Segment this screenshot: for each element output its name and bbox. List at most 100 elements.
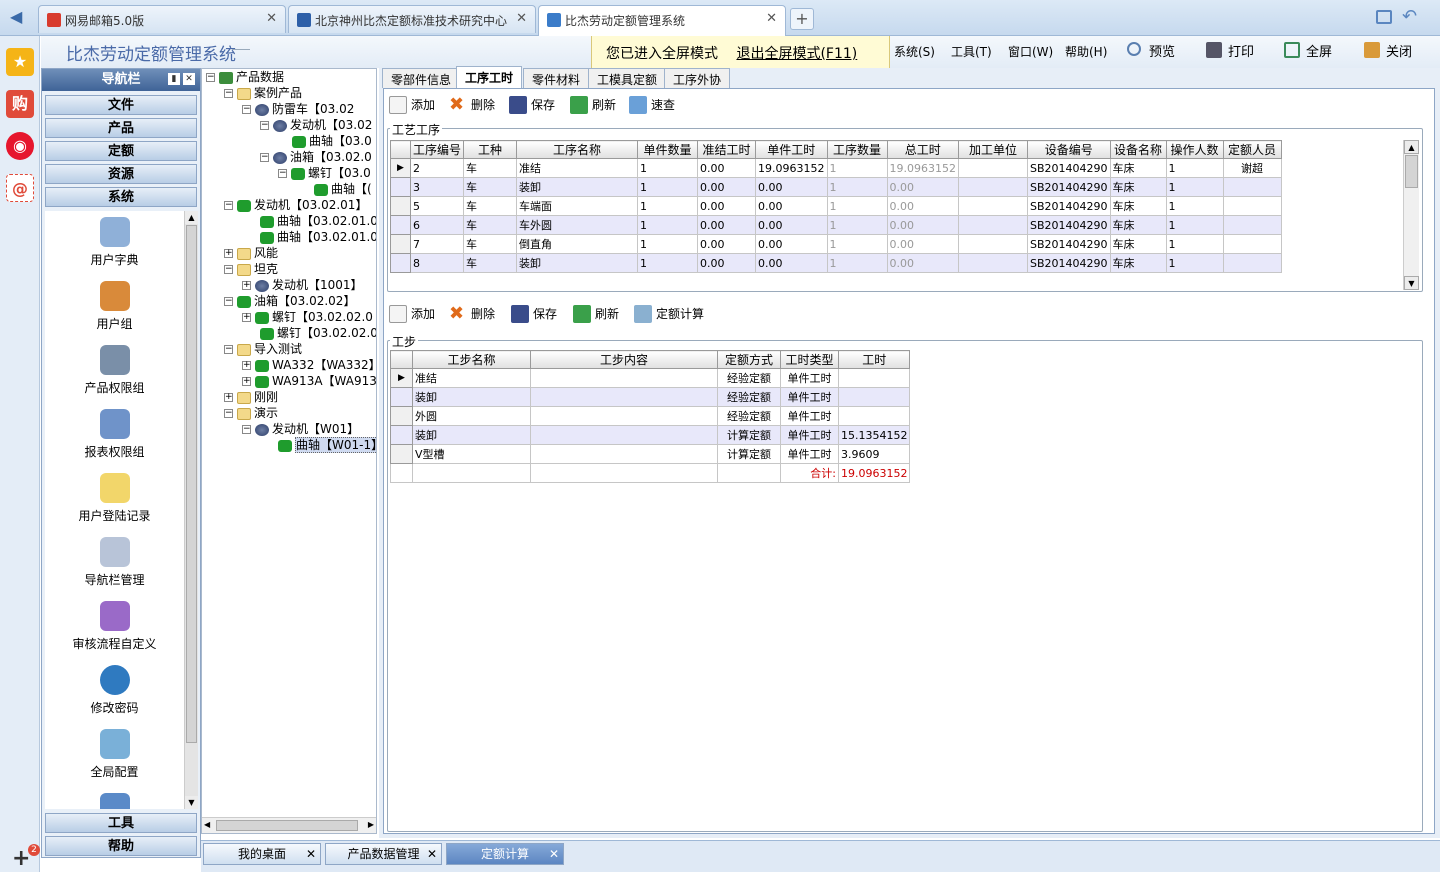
column-header[interactable]: 工步内容 — [530, 350, 718, 369]
scroll-down-icon[interactable]: ▼ — [185, 796, 198, 809]
collapse-icon[interactable]: − — [224, 297, 233, 306]
table-cell[interactable] — [1222, 196, 1282, 216]
menu-help[interactable]: 帮助(H) — [1065, 43, 1107, 60]
expand-icon[interactable]: + — [242, 281, 251, 290]
tree-node[interactable]: 曲轴【( — [314, 181, 372, 197]
table-cell[interactable]: 1 — [826, 196, 888, 216]
menu-system[interactable]: 系统(S) — [894, 43, 935, 60]
nav-section-file[interactable]: 文件 — [45, 95, 197, 115]
table-cell[interactable]: 0.00 — [697, 253, 757, 273]
window-tab-product-data[interactable]: 产品数据管理 ✕ — [325, 843, 442, 865]
table-cell[interactable]: 单件工时 — [780, 368, 839, 388]
table-row[interactable]: 8 车装卸 1 0.00 0.00 1 0.00 SB201404290 车床 1 — [390, 253, 1282, 273]
table-cell[interactable] — [1222, 253, 1282, 273]
column-header[interactable]: 总工时 — [886, 140, 959, 159]
table-cell[interactable]: SB201404290 — [1026, 196, 1111, 216]
table-row[interactable]: 装卸 计算定额 单件工时 15.1354152 — [390, 425, 911, 445]
table-cell[interactable]: 1 — [637, 234, 699, 254]
nav-item-user-group[interactable]: 用户组 — [45, 281, 184, 332]
table-cell[interactable]: 1 — [637, 158, 699, 178]
browser-tab-app[interactable]: 比杰劳动定额管理系统 ✕ — [538, 5, 786, 36]
collapse-icon[interactable]: − — [224, 201, 233, 210]
column-header[interactable]: 加工单位 — [957, 140, 1028, 159]
table-row[interactable]: 3 车装卸 1 0.00 0.00 1 0.00 SB201404290 车床 1 — [390, 177, 1282, 197]
table-cell[interactable] — [530, 425, 718, 445]
table-cell[interactable]: 1 — [637, 196, 699, 216]
scroll-left-icon[interactable]: ◀ — [204, 820, 210, 829]
tree-node-selected[interactable]: 曲轴【W01-1】 — [278, 437, 376, 453]
table-cell[interactable]: 车 — [463, 158, 518, 178]
table-row[interactable]: V型槽 计算定额 单件工时 3.9609 — [390, 444, 911, 464]
tree-node[interactable]: − 案例产品 — [224, 85, 302, 101]
tree-node[interactable]: − 发动机【03.02 — [260, 117, 372, 133]
table-cell[interactable]: 经验定额 — [717, 406, 781, 426]
table-cell[interactable] — [1222, 177, 1282, 197]
tree-node[interactable]: − 发动机【W01】 — [242, 421, 359, 437]
undo-icon[interactable]: ↶ — [1402, 6, 1417, 27]
table-row[interactable]: 7 车倒直角 1 0.00 0.00 1 0.00 SB201404290 车床 1 — [390, 234, 1282, 254]
table-cell[interactable]: 外圆 — [412, 406, 531, 426]
table-cell[interactable] — [957, 196, 1028, 216]
table-cell[interactable]: 准结 — [516, 158, 639, 178]
window-icon[interactable] — [1376, 10, 1392, 24]
tree-node[interactable]: 曲轴【03.0 — [292, 133, 372, 149]
menu-tools[interactable]: 工具(T) — [951, 43, 992, 60]
table-cell[interactable] — [837, 387, 911, 407]
close-icon[interactable]: ✕ — [306, 844, 316, 864]
tree-node[interactable]: − 发动机【03.02.01】 — [224, 197, 367, 213]
table-cell[interactable]: 1 — [1165, 196, 1224, 216]
table-row[interactable]: 装卸 经验定额 单件工时 — [390, 387, 911, 407]
table-cell[interactable]: 0.00 — [697, 215, 757, 235]
row-indicator[interactable] — [390, 253, 411, 273]
fullscreen-button[interactable]: 全屏 — [1284, 41, 1332, 60]
quota-calc-button[interactable]: 定额计算 — [634, 305, 704, 323]
table-cell[interactable]: 8 — [409, 253, 465, 273]
browser-tab-center[interactable]: 北京神州比杰定额标准技术研究中心 ✕ — [288, 5, 536, 33]
table-cell[interactable]: 0.00 — [755, 234, 828, 254]
nav-scrollbar[interactable]: ▲ ▼ — [184, 211, 198, 809]
table-cell[interactable]: 1 — [826, 234, 888, 254]
tree-node[interactable]: 曲轴【03.02.01.0 — [260, 229, 376, 245]
table-cell[interactable]: 1 — [826, 253, 888, 273]
table-cell[interactable] — [957, 215, 1028, 235]
table-cell[interactable]: 车床 — [1109, 234, 1167, 254]
collapse-icon[interactable]: − — [242, 105, 251, 114]
step-delete-button[interactable]: ✖ 删除 — [449, 305, 495, 323]
table-cell[interactable]: SB201404290 — [1026, 158, 1111, 178]
nav-item-change-password[interactable]: 修改密码 — [45, 665, 184, 716]
tree-node[interactable]: + 风能 — [224, 245, 278, 261]
table-cell[interactable]: 车床 — [1109, 253, 1167, 273]
table-cell[interactable]: SB201404290 — [1026, 253, 1111, 273]
nav-section-product[interactable]: 产品 — [45, 118, 197, 138]
table-cell[interactable]: 0.00 — [697, 158, 757, 178]
expand-icon[interactable]: + — [242, 361, 251, 370]
nav-item-user-dictionary[interactable]: 用户字典 — [45, 217, 184, 268]
process-table-scrollbar[interactable]: ▲ ▼ — [1403, 140, 1419, 290]
table-cell[interactable]: 装卸 — [412, 425, 531, 445]
tree-node[interactable]: − 演示 — [224, 405, 278, 421]
table-cell[interactable]: 15.1354152 — [837, 425, 911, 445]
table-cell[interactable]: 车 — [463, 215, 518, 235]
favorites-star-icon[interactable]: ★ — [6, 48, 34, 76]
column-header[interactable]: 单件工时 — [755, 140, 828, 159]
close-icon[interactable]: ✕ — [766, 11, 777, 26]
browser-tab-mail[interactable]: 网易邮箱5.0版 ✕ — [38, 5, 286, 33]
table-cell[interactable]: 1 — [1165, 215, 1224, 235]
close-button[interactable]: 关闭 — [1364, 41, 1412, 60]
table-cell[interactable]: 计算定额 — [717, 425, 781, 445]
column-header[interactable]: 单件数量 — [637, 140, 699, 159]
table-row[interactable]: 外圆 经验定额 单件工时 — [390, 406, 911, 426]
table-cell[interactable]: 0.00 — [697, 177, 757, 197]
exit-fullscreen-link[interactable]: 退出全屏模式(F11) — [736, 46, 857, 62]
tree-node[interactable]: + 发动机【1001】 — [242, 277, 363, 293]
table-cell[interactable]: 0.00 — [755, 215, 828, 235]
pin-icon[interactable]: ▮ — [168, 73, 180, 85]
nav-item-nav-manage[interactable]: 导航栏管理 — [45, 537, 184, 588]
scroll-up-icon[interactable]: ▲ — [1404, 140, 1419, 154]
row-indicator[interactable] — [390, 177, 411, 197]
table-cell[interactable]: 0.00 — [697, 196, 757, 216]
table-cell[interactable]: 准结 — [412, 368, 531, 388]
expand-icon[interactable]: + — [224, 393, 233, 402]
close-icon[interactable]: ✕ — [183, 73, 195, 85]
table-cell[interactable] — [837, 368, 911, 388]
